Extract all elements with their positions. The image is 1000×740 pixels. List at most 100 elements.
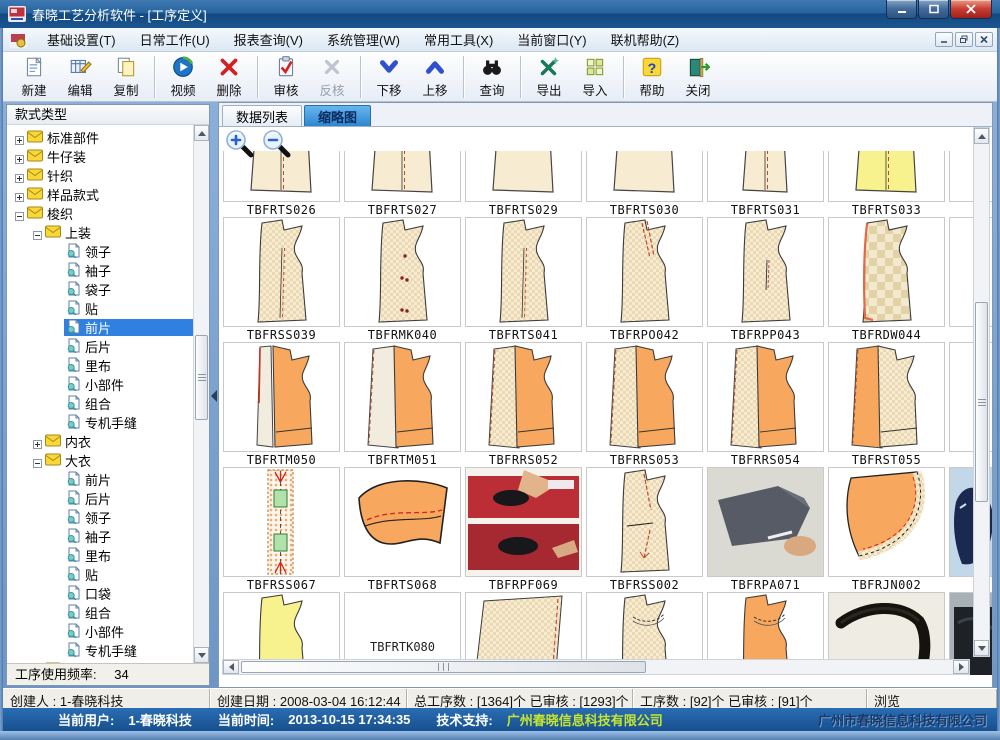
thumbnail-image[interactable] <box>344 151 461 202</box>
thumbnail-cell[interactable]: TBFRPF069 <box>465 467 582 592</box>
scroll-down-arrow[interactable] <box>974 640 989 656</box>
toolbar-button-下移[interactable]: 下移 <box>366 53 412 100</box>
tree-item[interactable]: 贴 <box>7 565 193 584</box>
zoom-out-button[interactable] <box>262 129 292 159</box>
tree-item[interactable]: 前片 <box>7 470 193 489</box>
thumbnail-image[interactable] <box>828 151 945 202</box>
thumbnail-cell[interactable]: TBFRDW044 <box>828 217 945 342</box>
thumbnail-cell[interactable]: TBFRTS031 <box>707 151 824 217</box>
toolbar-button-视频[interactable]: 视频 <box>160 53 206 100</box>
scroll-up-arrow[interactable] <box>974 128 989 144</box>
thumbnail-image[interactable] <box>707 467 824 577</box>
mdi-close-button[interactable] <box>975 32 993 47</box>
tab-thumbnail-view[interactable]: 缩略图 <box>304 105 371 126</box>
tree-item[interactable]: 领子 <box>7 508 193 527</box>
thumbnail-cell[interactable]: TBFRSS067 <box>223 467 340 592</box>
toolbar-button-复制[interactable]: 复制 <box>103 53 149 100</box>
tree-scrollbar[interactable] <box>193 125 209 663</box>
maximize-button[interactable] <box>918 0 949 19</box>
toolbar-button-查询[interactable]: 查询 <box>469 53 515 100</box>
scrollbar-thumb[interactable] <box>975 302 988 502</box>
thumbnail-cell[interactable]: TBFRTS033 <box>828 151 945 217</box>
vertical-scrollbar[interactable] <box>973 127 990 657</box>
toolbar-button-上移[interactable]: 上移 <box>412 53 458 100</box>
collapse-box-icon[interactable] <box>15 209 24 218</box>
toolbar-button-审核[interactable]: 审核 <box>263 53 309 100</box>
expand-box-icon[interactable] <box>15 171 24 180</box>
thumbnail-image[interactable] <box>586 151 703 202</box>
toolbar-button-帮助[interactable]: ?帮助 <box>629 53 675 100</box>
tree-item[interactable]: 贴 <box>7 299 193 318</box>
tree-item[interactable]: 领子 <box>7 242 193 261</box>
scroll-right-arrow[interactable] <box>953 660 969 674</box>
scrollbar-thumb[interactable] <box>195 335 208 420</box>
thumbnail-image[interactable] <box>828 467 945 577</box>
thumbnail-image[interactable] <box>223 467 340 577</box>
tree-folder[interactable]: 大衣 <box>7 451 193 470</box>
menu-item-0[interactable]: 基础设置(T) <box>35 27 128 52</box>
tree-folder[interactable]: 内衣 <box>7 432 193 451</box>
tree-folder[interactable]: 样品款式 <box>7 185 193 204</box>
tree-item[interactable]: 里布 <box>7 356 193 375</box>
tree-item[interactable]: 专机手缝 <box>7 641 193 660</box>
thumbnail-image[interactable] <box>707 151 824 202</box>
thumbnail-cell[interactable]: TBFRRS053 <box>586 342 703 467</box>
thumbnail-image[interactable] <box>828 217 945 327</box>
thumbnail-image[interactable] <box>586 217 703 327</box>
thumbnail-image[interactable] <box>707 217 824 327</box>
expand-box-icon[interactable] <box>15 133 24 142</box>
expand-box-icon[interactable] <box>15 190 24 199</box>
thumbnail-cell[interactable]: TBFRPA071 <box>707 467 824 592</box>
toolbar-button-导出[interactable]: 导出 <box>526 53 572 100</box>
thumbnail-image[interactable] <box>344 342 461 452</box>
thumbnail-image[interactable] <box>465 467 582 577</box>
menu-item-1[interactable]: 日常工作(U) <box>128 27 222 52</box>
thumbnail-image[interactable] <box>465 217 582 327</box>
thumbnail-cell[interactable]: TBFRPO042 <box>586 217 703 342</box>
mdi-restore-button[interactable] <box>955 32 973 47</box>
horizontal-scrollbar[interactable] <box>222 659 970 675</box>
menu-item-2[interactable]: 报表查询(V) <box>222 27 315 52</box>
tree-item[interactable]: 袋子 <box>7 280 193 299</box>
tree-item[interactable]: 后片 <box>7 489 193 508</box>
panel-splitter[interactable] <box>210 104 218 686</box>
expand-box-icon[interactable] <box>15 152 24 161</box>
tree-item[interactable]: 后片 <box>7 337 193 356</box>
zoom-in-button[interactable] <box>225 129 255 159</box>
mdi-minimize-button[interactable] <box>935 32 953 47</box>
thumbnail-image[interactable] <box>344 467 461 577</box>
minimize-button[interactable] <box>886 0 917 19</box>
thumbnail-cell[interactable]: TBFRRS054 <box>707 342 824 467</box>
thumbnail-cell[interactable]: TBFRTS026 <box>223 151 340 217</box>
expand-box-icon[interactable] <box>33 437 42 446</box>
menu-item-5[interactable]: 当前窗口(Y) <box>505 27 598 52</box>
scroll-left-arrow[interactable] <box>223 660 239 674</box>
thumbnail-image[interactable] <box>223 217 340 327</box>
toolbar-button-编辑[interactable]: 编辑 <box>57 53 103 100</box>
tab-data-list[interactable]: 数据列表 <box>222 105 302 126</box>
menu-item-6[interactable]: 联机帮助(Z) <box>599 27 692 52</box>
tree-item[interactable]: 里布 <box>7 546 193 565</box>
thumbnail-image[interactable] <box>707 342 824 452</box>
thumbnail-image[interactable] <box>344 217 461 327</box>
scroll-down-arrow[interactable] <box>194 647 209 663</box>
tree-item[interactable]: 袖子 <box>7 527 193 546</box>
thumbnail-cell[interactable]: TBFRTS027 <box>344 151 461 217</box>
thumbnail-cell[interactable]: TBFRRS052 <box>465 342 582 467</box>
close-button[interactable] <box>950 0 992 19</box>
thumbnail-cell[interactable]: TBFRTS068 <box>344 467 461 592</box>
thumbnail-image[interactable] <box>586 467 703 577</box>
thumbnail-image[interactable] <box>223 342 340 452</box>
thumbnail-cell[interactable]: TBFRTM050 <box>223 342 340 467</box>
thumbnail-image[interactable] <box>465 342 582 452</box>
tree-folder[interactable]: 针织 <box>7 166 193 185</box>
thumbnail-cell[interactable]: TBFRTS041 <box>465 217 582 342</box>
toolbar-button-新建[interactable]: 新建 <box>11 53 57 100</box>
tree-item[interactable]: 小部件 <box>7 622 193 641</box>
thumbnail-cell[interactable]: TBFRJN002 <box>828 467 945 592</box>
thumbnail-cell[interactable]: TBFRPP043 <box>707 217 824 342</box>
tree-item[interactable]: 组合 <box>7 603 193 622</box>
toolbar-button-导入[interactable]: 导入 <box>572 53 618 100</box>
tree-folder[interactable]: 标准部件 <box>7 128 193 147</box>
thumbnail-cell[interactable]: TBFRST055 <box>828 342 945 467</box>
